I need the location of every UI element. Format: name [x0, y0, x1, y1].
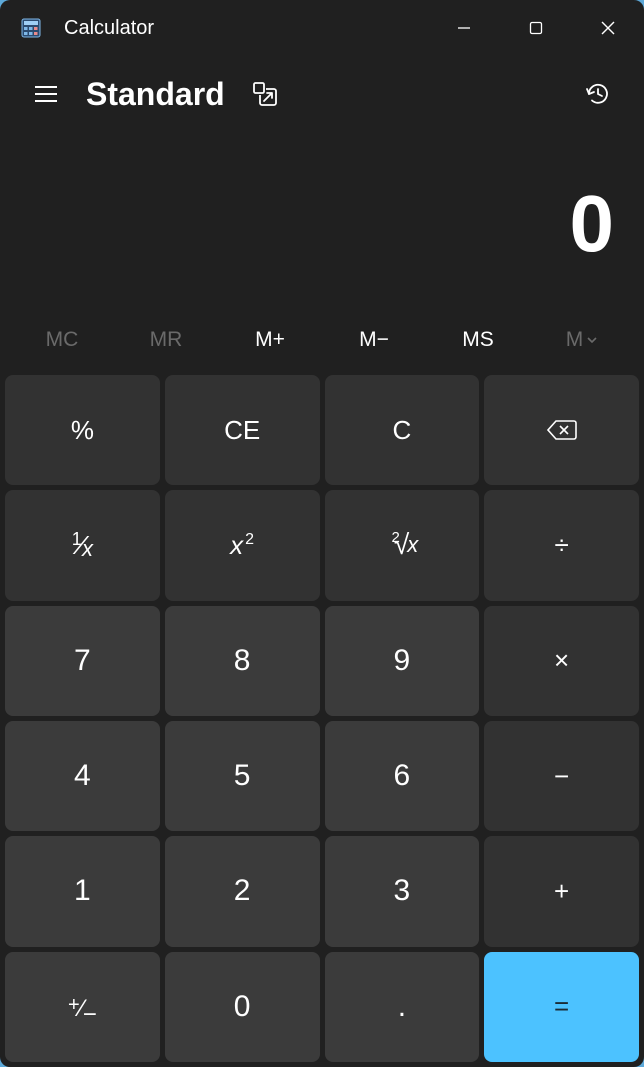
digit-7-button[interactable]: 7	[5, 606, 160, 716]
menu-button[interactable]	[26, 74, 66, 114]
plus-minus-label: +⁄−	[68, 990, 97, 1024]
mode-title: Standard	[86, 76, 225, 113]
window-controls	[428, 0, 644, 56]
maximize-button[interactable]	[500, 0, 572, 56]
history-icon	[584, 80, 612, 108]
square-root-button[interactable]: 2√x	[325, 490, 480, 600]
square-button[interactable]: x2	[165, 490, 320, 600]
digit-2-button[interactable]: 2	[165, 836, 320, 946]
display: 0	[0, 124, 644, 304]
backspace-button[interactable]	[484, 375, 639, 485]
multiply-button[interactable]: ×	[484, 606, 639, 716]
digit-8-button[interactable]: 8	[165, 606, 320, 716]
percent-button[interactable]: %	[5, 375, 160, 485]
divide-button[interactable]: ÷	[484, 490, 639, 600]
header: Standard	[0, 56, 644, 124]
digit-3-button[interactable]: 3	[325, 836, 480, 946]
memory-store-button[interactable]: MS	[426, 324, 530, 356]
calculator-window: Calculator Standard	[0, 0, 644, 1067]
hamburger-icon	[35, 85, 57, 103]
reciprocal-label: 1⁄x	[72, 530, 93, 561]
window-title: Calculator	[64, 17, 428, 40]
close-button[interactable]	[572, 0, 644, 56]
decimal-button[interactable]: .	[325, 952, 480, 1062]
memory-list-button: M	[530, 324, 634, 356]
history-button[interactable]	[578, 74, 618, 114]
keypad: % CE C 1⁄x x2 2√x ÷ 7 8 9 × 4 5 6 − 1 2 …	[0, 370, 644, 1067]
digit-1-button[interactable]: 1	[5, 836, 160, 946]
reciprocal-button[interactable]: 1⁄x	[5, 490, 160, 600]
digit-5-button[interactable]: 5	[165, 721, 320, 831]
digit-4-button[interactable]: 4	[5, 721, 160, 831]
digit-9-button[interactable]: 9	[325, 606, 480, 716]
app-icon	[20, 17, 42, 39]
chevron-down-icon	[586, 334, 598, 346]
maximize-icon	[529, 21, 543, 35]
equals-button[interactable]: =	[484, 952, 639, 1062]
keep-on-top-icon	[252, 81, 278, 107]
minimize-button[interactable]	[428, 0, 500, 56]
titlebar: Calculator	[0, 0, 644, 56]
memory-recall-button: MR	[114, 324, 218, 356]
square-label: x2	[230, 530, 254, 561]
clear-button[interactable]: C	[325, 375, 480, 485]
memory-subtract-button[interactable]: M−	[322, 324, 426, 356]
memory-row: MC MR M+ M− MS M	[0, 304, 644, 370]
clear-entry-button[interactable]: CE	[165, 375, 320, 485]
close-icon	[600, 20, 616, 36]
memory-clear-button: MC	[10, 324, 114, 356]
minimize-icon	[457, 21, 471, 35]
square-root-label: 2√x	[386, 529, 419, 561]
digit-6-button[interactable]: 6	[325, 721, 480, 831]
digit-0-button[interactable]: 0	[165, 952, 320, 1062]
plus-button[interactable]: +	[484, 836, 639, 946]
minus-button[interactable]: −	[484, 721, 639, 831]
negate-button[interactable]: +⁄−	[5, 952, 160, 1062]
backspace-icon	[547, 419, 577, 441]
keep-on-top-button[interactable]	[247, 76, 283, 112]
display-value: 0	[30, 184, 614, 264]
memory-add-button[interactable]: M+	[218, 324, 322, 356]
